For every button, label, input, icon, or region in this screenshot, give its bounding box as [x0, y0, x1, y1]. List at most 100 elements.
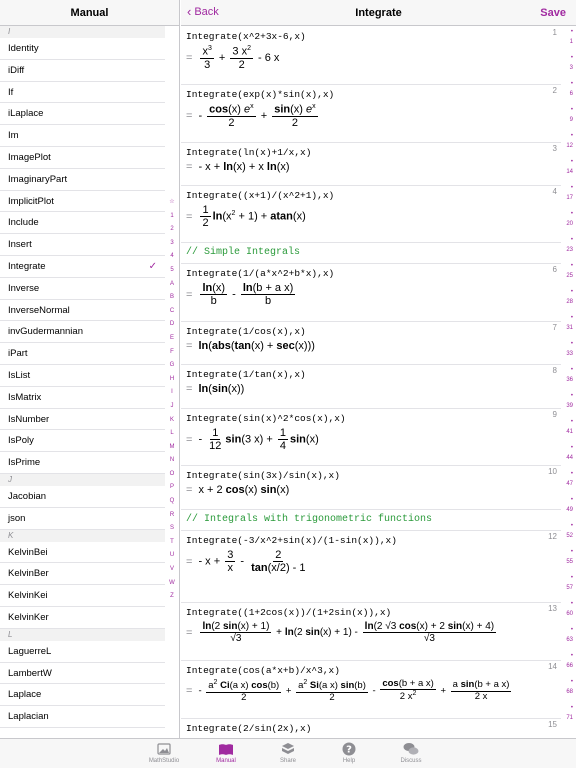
list-item[interactable]: iLaplace: [0, 103, 165, 126]
cell-input[interactable]: Integrate((1+2cos(x))/(1+2sin(x)),x): [186, 607, 561, 618]
index-letter[interactable]: B: [166, 291, 178, 305]
rail-number[interactable]: 39: [566, 403, 573, 409]
list-item[interactable]: LaguerreL: [0, 641, 165, 663]
cell-input[interactable]: Integrate((x+1)/(x^2+1),x): [186, 190, 561, 201]
list-item[interactable]: InverseNormal: [0, 300, 165, 322]
index-letter[interactable]: P: [166, 481, 178, 495]
rail-number[interactable]: 52: [566, 533, 573, 539]
rail-number[interactable]: 1: [570, 39, 573, 45]
comment-cell[interactable]: // Integrals with trigonometric function…: [181, 510, 561, 531]
notebook-cell[interactable]: Integrate((1+2cos(x))/(1+2sin(x)),x) 13 …: [181, 603, 561, 661]
index-letter[interactable]: H: [166, 373, 178, 387]
index-letter[interactable]: 3: [166, 237, 178, 251]
index-letter[interactable]: M: [166, 441, 178, 455]
rail-number[interactable]: 47: [566, 481, 573, 487]
rail-number[interactable]: 25: [566, 273, 573, 279]
cell-input[interactable]: Integrate(cos(a*x+b)/x^3,x): [186, 665, 561, 676]
list-item[interactable]: iDiff: [0, 60, 165, 82]
list-item[interactable]: invGudermannian: [0, 321, 165, 344]
rail-number[interactable]: 14: [566, 169, 573, 175]
list-item[interactable]: KelvinKer: [0, 607, 165, 629]
index-letter[interactable]: Q: [166, 495, 178, 509]
rail-number[interactable]: 12: [566, 143, 573, 149]
rail-number[interactable]: 41: [566, 429, 573, 435]
index-letter[interactable]: V: [166, 563, 178, 577]
cell-input[interactable]: Integrate(2/sin(2x),x): [186, 723, 561, 734]
list-item[interactable]: IsNumber: [0, 409, 165, 431]
list-item[interactable]: LambertW: [0, 663, 165, 685]
rail-number[interactable]: 33: [566, 351, 573, 357]
index-letter[interactable]: C: [166, 305, 178, 319]
rail-number[interactable]: 44: [566, 455, 573, 461]
index-letter[interactable]: N: [166, 454, 178, 468]
index-letter[interactable]: ☆: [166, 196, 178, 210]
save-button[interactable]: Save: [540, 7, 566, 19]
list-item[interactable]: Include: [0, 212, 165, 235]
index-letter[interactable]: 4: [166, 250, 178, 264]
tab-manual[interactable]: Manual: [196, 741, 256, 764]
list-item[interactable]: ImaginaryPart: [0, 169, 165, 191]
list-item[interactable]: Insert: [0, 234, 165, 256]
section-index[interactable]: ☆ 1 2 3 4 5 A B C D E F G H I J K L M N O P Q R S T U V W Z: [166, 196, 178, 604]
rail-number[interactable]: 36: [566, 377, 573, 383]
rail-number[interactable]: 31: [566, 325, 573, 331]
index-letter[interactable]: L: [166, 427, 178, 441]
notebook-cell[interactable]: Integrate(1/cos(x),x) 7 = ln(abs(tan(x) …: [181, 322, 561, 365]
list-item[interactable]: iPart: [0, 343, 165, 365]
index-letter[interactable]: S: [166, 522, 178, 536]
rail-number[interactable]: 23: [566, 247, 573, 253]
cell-index-rail[interactable]: • 1 • 3 • 6 • 9 • 12 • 14 • 17 • 20 • 23 • 25 • 28 • 31 • 33 • 36 • 3…: [561, 27, 576, 738]
notebook-cell[interactable]: Integrate(ln(x)+1/x,x) 3 = - x + ln(x) +…: [181, 143, 561, 186]
cell-input[interactable]: Integrate(-3/x^2+sin(x)/(1-sin(x)),x): [186, 535, 561, 546]
notebook-cell[interactable]: Integrate(cos(a*x+b)/x^3,x) 14 = - a2 Ci…: [181, 661, 561, 719]
list-item[interactable]: ImplicitPlot: [0, 191, 165, 213]
rail-number[interactable]: 71: [566, 715, 573, 721]
cell-input[interactable]: Integrate(sin(3x)/sin(x),x): [186, 470, 561, 481]
rail-number[interactable]: 57: [566, 585, 573, 591]
rail-number[interactable]: 49: [566, 507, 573, 513]
list-item[interactable]: Im: [0, 125, 165, 147]
list-item[interactable]: IsPoly: [0, 430, 165, 453]
rail-number[interactable]: 3: [570, 65, 573, 71]
list-item[interactable]: Laplacian: [0, 706, 165, 728]
notebook-cell[interactable]: Integrate(x^2+3x-6,x) 1 = x3 3 + 3 x2 2 - …: [181, 27, 561, 85]
manual-list[interactable]: I Identity iDiff If iLaplace Im ImagePlot Imagi…: [0, 26, 165, 738]
tab-discuss[interactable]: Discuss: [381, 741, 441, 764]
tab-mathstudio[interactable]: MathStudio: [134, 741, 194, 764]
index-letter[interactable]: 5: [166, 264, 178, 278]
cell-input[interactable]: Integrate(exp(x)*sin(x),x): [186, 89, 561, 100]
list-item[interactable]: KelvinBei: [0, 542, 165, 564]
list-item[interactable]: Identity: [0, 38, 165, 60]
index-letter[interactable]: R: [166, 509, 178, 523]
list-item[interactable]: KelvinKei: [0, 585, 165, 607]
rail-number[interactable]: 6: [570, 91, 573, 97]
list-item[interactable]: IsMatrix: [0, 387, 165, 409]
rail-number[interactable]: 55: [566, 559, 573, 565]
index-letter[interactable]: E: [166, 332, 178, 346]
notebook-cell[interactable]: Integrate((x+1)/(x^2+1),x) 4 = 1 2 ln(x2 +…: [181, 186, 561, 243]
cell-input[interactable]: Integrate(1/tan(x),x): [186, 369, 561, 380]
cell-input[interactable]: Integrate(1/(a*x^2+b*x),x): [186, 268, 561, 279]
rail-number[interactable]: 17: [566, 195, 573, 201]
notebook[interactable]: Integrate(x^2+3x-6,x) 1 = x3 3 + 3 x2 2 - …: [181, 27, 561, 738]
rail-number[interactable]: 28: [566, 299, 573, 305]
cell-input[interactable]: Integrate(sin(x)^2*cos(x),x): [186, 413, 561, 424]
comment-cell[interactable]: // Simple Integrals: [181, 243, 561, 264]
notebook-cell[interactable]: Integrate(2/sin(2x),x) 15: [181, 719, 561, 738]
rail-number[interactable]: 63: [566, 637, 573, 643]
notebook-cell[interactable]: Integrate(1/(a*x^2+b*x),x) 6 = ln(x) b - …: [181, 264, 561, 322]
index-letter[interactable]: K: [166, 414, 178, 428]
index-letter[interactable]: I: [166, 386, 178, 400]
list-item[interactable]: Laplace: [0, 684, 165, 707]
tab-help[interactable]: ? Help: [319, 741, 379, 764]
index-letter[interactable]: J: [166, 400, 178, 414]
list-item[interactable]: json: [0, 508, 165, 530]
cell-input[interactable]: Integrate(1/cos(x),x): [186, 326, 561, 337]
index-letter[interactable]: 1: [166, 210, 178, 224]
index-letter[interactable]: O: [166, 468, 178, 482]
cell-input[interactable]: Integrate(x^2+3x-6,x): [186, 31, 561, 42]
cell-input[interactable]: Integrate(ln(x)+1/x,x): [186, 147, 561, 158]
rail-number[interactable]: 9: [570, 117, 573, 123]
list-item[interactable]: Inverse: [0, 278, 165, 300]
index-letter[interactable]: Z: [166, 590, 178, 604]
